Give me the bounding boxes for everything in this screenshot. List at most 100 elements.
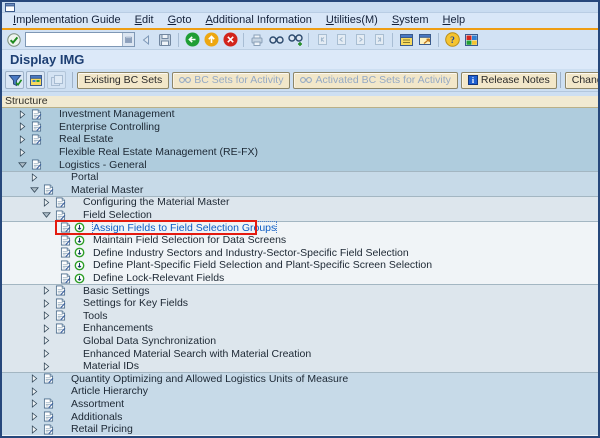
existing-bc-sets-button[interactable]: Existing BC Sets	[77, 72, 169, 89]
expand-arrow-icon[interactable]	[30, 412, 39, 421]
img-doc-icon[interactable]	[30, 109, 42, 120]
img-doc-icon[interactable]	[54, 310, 66, 321]
tree-row[interactable]: Define Lock-Relevant Fields	[2, 272, 598, 285]
find-next-icon[interactable]	[287, 32, 303, 48]
img-doc-icon[interactable]	[30, 134, 42, 145]
tree-item-label[interactable]: Quantity Optimizing and Allowed Logistic…	[71, 373, 348, 385]
img-doc-icon[interactable]	[59, 273, 71, 284]
help-icon[interactable]: ?	[444, 32, 460, 48]
expand-arrow-icon[interactable]	[30, 425, 39, 434]
expand-arrow-icon[interactable]	[42, 362, 51, 371]
display-structure-icon[interactable]	[26, 71, 45, 89]
expand-arrow-icon[interactable]	[42, 311, 51, 320]
expand-arrow-icon[interactable]	[18, 135, 27, 144]
back-icon[interactable]	[184, 32, 200, 48]
tree-row[interactable]: Enterprise Controlling	[2, 121, 598, 134]
tree-item-label[interactable]: Portal	[71, 171, 98, 183]
tree-row[interactable]: Material IDs	[2, 360, 598, 373]
expand-arrow-icon[interactable]	[42, 286, 51, 295]
menu-implementation-guide[interactable]: Implementation Guide	[6, 13, 128, 28]
expand-arrow-icon[interactable]	[18, 110, 27, 119]
collapse-arrow-icon[interactable]	[30, 186, 39, 194]
tree-row[interactable]: Logistics - General	[2, 158, 598, 171]
img-doc-icon[interactable]	[59, 222, 71, 233]
customize-layout-icon[interactable]	[463, 32, 479, 48]
img-activity-icon[interactable]	[73, 235, 85, 246]
tree-item-label[interactable]: Enhanced Material Search with Material C…	[83, 348, 311, 360]
expand-arrow-icon[interactable]	[42, 299, 51, 308]
tree-row[interactable]: Maintain Field Selection for Data Screen…	[2, 234, 598, 247]
img-doc-icon[interactable]	[54, 285, 66, 296]
tree-item-label[interactable]: Enhancements	[83, 322, 153, 334]
tree-item-label[interactable]: Additionals	[71, 411, 122, 423]
tree-item-label[interactable]: Material Master	[71, 184, 143, 196]
tree-row[interactable]: Article Hierarchy	[2, 385, 598, 398]
tree-item-label[interactable]: Configuring the Material Master	[83, 196, 229, 208]
tree-row[interactable]: Settings for Key Fields	[2, 297, 598, 310]
img-activity-icon[interactable]	[73, 273, 85, 284]
tree-row[interactable]: Retail Pricing	[2, 423, 598, 436]
tree-item-label[interactable]: Real Estate	[59, 133, 113, 145]
menu-utilities[interactable]: Utilities(M)	[319, 13, 385, 28]
tree-item-label[interactable]: Assign Fields to Field Selection Groups	[93, 222, 276, 234]
img-doc-icon[interactable]	[59, 247, 71, 258]
command-dropdown-icon[interactable]: ▤	[122, 33, 134, 46]
tree-row[interactable]: Define Plant-Specific Field Selection an…	[2, 259, 598, 272]
img-doc-icon[interactable]	[54, 210, 66, 221]
release-notes-button[interactable]: i Release Notes	[461, 72, 557, 89]
collapse-command-field-icon[interactable]	[138, 32, 154, 48]
tree-item-label[interactable]: Tools	[83, 310, 108, 322]
choose-icon[interactable]	[5, 71, 24, 89]
tree-row[interactable]: Assortment	[2, 398, 598, 411]
tree-item-label[interactable]: Logistics - General	[59, 159, 147, 171]
tree-row[interactable]: Field Selection	[2, 209, 598, 222]
expand-arrow-icon[interactable]	[42, 349, 51, 358]
change-log-button[interactable]: Change Log	[565, 72, 600, 89]
shortcut-icon[interactable]	[417, 32, 433, 48]
tree-row[interactable]: Configuring the Material Master	[2, 196, 598, 209]
img-doc-icon[interactable]	[54, 197, 66, 208]
tree-row[interactable]: Investment Management	[2, 108, 598, 121]
tree-item-label[interactable]: Flexible Real Estate Management (RE-FX)	[59, 146, 258, 158]
tree-row[interactable]: Additionals	[2, 410, 598, 423]
menu-edit[interactable]: Edit	[128, 13, 161, 28]
menu-goto[interactable]: Goto	[161, 13, 199, 28]
tree-item-label[interactable]: Material IDs	[83, 360, 139, 372]
tree-item-label[interactable]: Article Hierarchy	[71, 385, 148, 397]
tree-row[interactable]: Assign Fields to Field Selection Groups	[2, 221, 598, 234]
collapse-arrow-icon[interactable]	[42, 211, 51, 219]
tree-item-label[interactable]: Maintain Field Selection for Data Screen…	[93, 234, 286, 246]
command-field[interactable]	[26, 33, 122, 46]
tree-row[interactable]: Material Master	[2, 184, 598, 197]
img-doc-icon[interactable]	[42, 424, 54, 435]
tree-item-label[interactable]: Investment Management	[59, 108, 175, 120]
img-doc-icon[interactable]	[30, 121, 42, 132]
find-icon[interactable]	[268, 32, 284, 48]
tree-item-label[interactable]: Define Industry Sectors and Industry-Sec…	[93, 247, 409, 259]
tree-row[interactable]: Real Estate	[2, 133, 598, 146]
img-doc-icon[interactable]	[54, 298, 66, 309]
tree-row[interactable]: Basic Settings	[2, 284, 598, 297]
tree-item-label[interactable]: Define Plant-Specific Field Selection an…	[93, 259, 432, 271]
img-doc-icon[interactable]	[59, 260, 71, 271]
expand-arrow-icon[interactable]	[30, 387, 39, 396]
menu-help[interactable]: Help	[436, 13, 473, 28]
img-doc-icon[interactable]	[42, 373, 54, 384]
tree-item-label[interactable]: Define Lock-Relevant Fields	[93, 272, 224, 284]
collapse-arrow-icon[interactable]	[18, 161, 27, 169]
tree-item-label[interactable]: Retail Pricing	[71, 423, 133, 435]
img-activity-icon[interactable]	[73, 260, 85, 271]
tree-item-label[interactable]: Global Data Synchronization	[83, 335, 216, 347]
img-doc-icon[interactable]	[30, 159, 42, 170]
tree-item-label[interactable]: Enterprise Controlling	[59, 121, 160, 133]
tree-item-label[interactable]: Field Selection	[83, 209, 152, 221]
expand-arrow-icon[interactable]	[18, 148, 27, 157]
tree-row[interactable]: Enhanced Material Search with Material C…	[2, 347, 598, 360]
tree-row[interactable]: Global Data Synchronization	[2, 335, 598, 348]
img-doc-icon[interactable]	[42, 398, 54, 409]
img-doc-icon[interactable]	[59, 235, 71, 246]
expand-arrow-icon[interactable]	[30, 399, 39, 408]
img-doc-icon[interactable]	[54, 323, 66, 334]
expand-arrow-icon[interactable]	[30, 173, 39, 182]
tree-row[interactable]: Define Industry Sectors and Industry-Sec…	[2, 247, 598, 260]
